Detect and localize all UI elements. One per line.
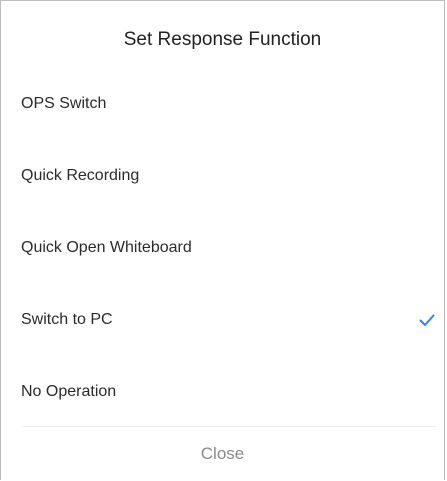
option-switch-to-pc[interactable]: Switch to PC (1, 287, 444, 359)
response-function-dialog: Set Response Function OPS Switch Quick R… (0, 0, 445, 480)
option-label: Switch to PC (21, 311, 113, 328)
close-button[interactable]: Close (1, 427, 444, 481)
dialog-title: Set Response Function (123, 29, 322, 50)
option-quick-recording[interactable]: Quick Recording (1, 143, 444, 215)
option-label: OPS Switch (21, 95, 107, 112)
option-label: No Operation (21, 383, 117, 400)
option-ops-switch[interactable]: OPS Switch (1, 71, 444, 143)
option-no-operation[interactable]: No Operation (1, 359, 444, 431)
checkmark-icon (418, 311, 436, 329)
option-quick-open-whiteboard[interactable]: Quick Open Whiteboard (1, 215, 444, 287)
option-label: Quick Open Whiteboard (21, 239, 192, 256)
options-list: OPS Switch Quick Recording Quick Open Wh… (1, 71, 444, 431)
option-label: Quick Recording (21, 167, 140, 184)
